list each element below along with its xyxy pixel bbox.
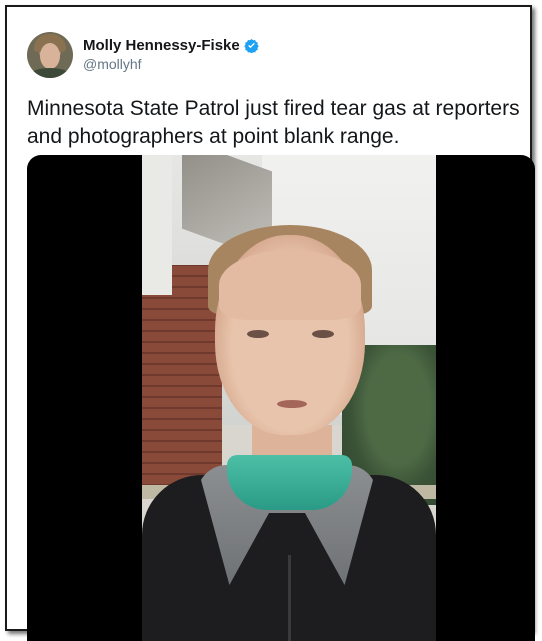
author-avatar[interactable] — [27, 32, 73, 78]
video-still-frame — [142, 155, 436, 641]
author-name-row: Molly Hennessy-Fiske — [83, 37, 259, 54]
avatar-shirt — [30, 68, 70, 78]
subject-right-eye — [312, 330, 334, 338]
tweet-card: Molly Hennessy-Fiske @mollyhf Minnesota … — [5, 5, 535, 641]
subject-mouth — [277, 400, 307, 408]
video-player[interactable] — [27, 155, 535, 641]
subject-zipper — [288, 555, 291, 641]
author-name[interactable]: Molly Hennessy-Fiske — [83, 37, 240, 54]
tweet-text: Minnesota State Patrol just fired tear g… — [27, 97, 520, 148]
verified-badge-icon — [243, 38, 259, 53]
subject-face-mask — [227, 455, 352, 510]
scene-pillar — [142, 155, 172, 295]
avatar-face — [40, 43, 60, 69]
author-handle[interactable]: @mollyhf — [83, 56, 142, 72]
subject-forehead — [219, 250, 361, 320]
subject-left-eye — [247, 330, 269, 338]
